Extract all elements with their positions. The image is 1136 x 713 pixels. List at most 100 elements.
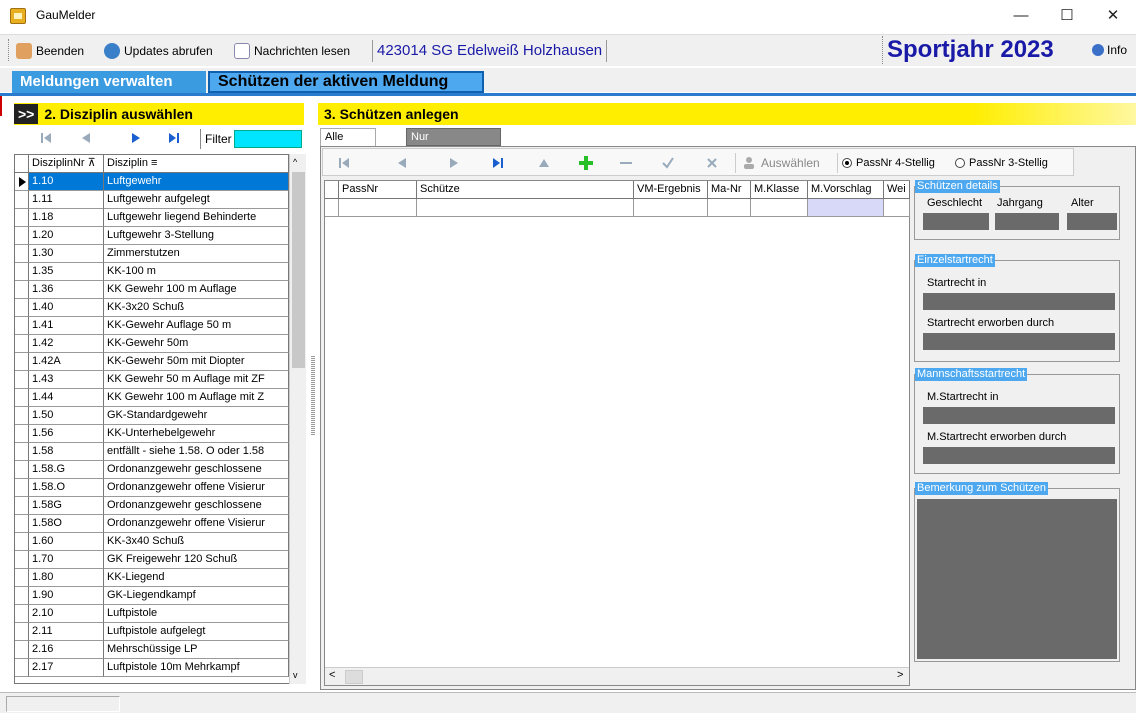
disziplin-cell[interactable]: Luftpistole aufgelegt — [104, 623, 289, 641]
col-m-vorschlag[interactable]: M.Vorschlag — [808, 181, 884, 199]
new-row-mvorschlag-cell[interactable] — [808, 199, 884, 217]
table-row[interactable]: 1.58O Ordonanzgewehr offene Visierur — [15, 515, 289, 533]
row-selector[interactable] — [15, 515, 29, 533]
disziplinnr-cell[interactable]: 1.30 — [29, 245, 104, 263]
disziplinnr-cell[interactable]: 1.40 — [29, 299, 104, 317]
disziplin-cell[interactable]: KK-3x40 Schuß — [104, 533, 289, 551]
new-row-passnr-cell[interactable] — [339, 199, 417, 217]
table-row[interactable]: 2.11 Luftpistole aufgelegt — [15, 623, 289, 641]
disziplin-grid[interactable]: DisziplinNr ⊼ Disziplin ≡ 1.10 Luftgewehr… — [14, 154, 306, 684]
row-selector[interactable] — [15, 317, 29, 335]
row-selector[interactable] — [15, 389, 29, 407]
disziplin-cell[interactable]: Mehrschüssige LP — [104, 641, 289, 659]
filter-input[interactable] — [234, 130, 302, 148]
new-row-schuetze-cell[interactable] — [417, 199, 634, 217]
add-schuetze-button[interactable] — [575, 153, 597, 173]
table-row[interactable]: 1.58.G Ordonanzgewehr geschlossene — [15, 461, 289, 479]
geschlecht-field[interactable] — [923, 213, 989, 230]
table-row[interactable]: 1.42A KK-Gewehr 50m mit Diopter — [15, 353, 289, 371]
scroll-left-icon[interactable]: < — [329, 669, 335, 681]
row-selector[interactable] — [15, 353, 29, 371]
table-row[interactable]: 1.58G Ordonanzgewehr geschlossene — [15, 497, 289, 515]
disziplinnr-cell[interactable]: 1.58 — [29, 443, 104, 461]
row-selector[interactable] — [15, 443, 29, 461]
disziplin-cell[interactable]: Ordonanzgewehr geschlossene — [104, 461, 289, 479]
disziplinnr-cell[interactable]: 1.20 — [29, 227, 104, 245]
tab-koerperbehinderte-schuetzen[interactable]: Nur Körperbehinderte Schützen — [406, 128, 502, 177]
close-button[interactable]: ✕ — [1090, 0, 1136, 30]
disziplin-cell[interactable]: KK-3x20 Schuß — [104, 299, 289, 317]
row-selector[interactable] — [15, 425, 29, 443]
disziplinnr-cell[interactable]: 1.58.G — [29, 461, 104, 479]
col-ma-nr[interactable]: Ma-Nr — [708, 181, 751, 199]
disziplinnr-cell[interactable]: 1.58.O — [29, 479, 104, 497]
disziplinnr-cell[interactable]: 1.90 — [29, 587, 104, 605]
table-row[interactable]: 1.35 KK-100 m — [15, 263, 289, 281]
auswaehlen-button[interactable]: Auswählen — [735, 153, 820, 173]
new-row-mklasse-cell[interactable] — [751, 199, 808, 217]
table-row[interactable]: 1.18 Luftgewehr liegend Behinderte — [15, 209, 289, 227]
disziplin-cell[interactable]: Ordonanzgewehr geschlossene — [104, 497, 289, 515]
disziplinnr-cell[interactable]: 2.10 — [29, 605, 104, 623]
row-selector[interactable] — [15, 173, 29, 191]
disziplinnr-cell[interactable]: 1.43 — [29, 371, 104, 389]
disziplin-cell[interactable]: GK Freigewehr 120 Schuß — [104, 551, 289, 569]
disziplin-cell[interactable]: GK-Standardgewehr — [104, 407, 289, 425]
row-selector[interactable] — [15, 605, 29, 623]
disziplin-cell[interactable]: KK Gewehr 50 m Auflage mit ZF — [104, 371, 289, 389]
table-row[interactable]: 1.20 Luftgewehr 3-Stellung — [15, 227, 289, 245]
confirm-button[interactable] — [657, 153, 679, 173]
alter-field[interactable] — [1067, 213, 1117, 230]
disziplin-cell[interactable]: Luftgewehr 3-Stellung — [104, 227, 289, 245]
disziplin-cell[interactable]: Ordonanzgewehr offene Visierur — [104, 479, 289, 497]
disziplinnr-cell[interactable]: 1.42 — [29, 335, 104, 353]
jahrgang-field[interactable] — [995, 213, 1059, 230]
row-selector[interactable] — [15, 371, 29, 389]
disziplinnr-cell[interactable]: 1.58G — [29, 497, 104, 515]
cancel-button[interactable] — [701, 153, 723, 173]
disziplinnr-cell[interactable]: 1.36 — [29, 281, 104, 299]
new-row-vm-cell[interactable] — [634, 199, 708, 217]
disziplinnr-cell[interactable]: 2.17 — [29, 659, 104, 677]
table-row[interactable]: 1.60 KK-3x40 Schuß — [15, 533, 289, 551]
disziplinnr-cell[interactable]: 1.56 — [29, 425, 104, 443]
tab-alle-schuetzen[interactable]: Alle Schützen — [320, 128, 376, 160]
disziplin-cell[interactable]: Ordonanzgewehr offene Visierur — [104, 515, 289, 533]
table-row[interactable]: 1.11 Luftgewehr aufgelegt — [15, 191, 289, 209]
beenden-button[interactable]: Beenden — [16, 42, 84, 60]
scroll-up-icon[interactable]: ^ — [293, 157, 297, 167]
scroll-down-icon[interactable]: v — [293, 670, 298, 680]
disziplinnr-cell[interactable]: 1.44 — [29, 389, 104, 407]
disziplinnr-cell[interactable]: 1.42A — [29, 353, 104, 371]
table-row[interactable]: 1.40 KK-3x20 Schuß — [15, 299, 289, 317]
table-row[interactable]: 1.90 GK-Liegendkampf — [15, 587, 289, 605]
disziplin-cell[interactable]: KK-Liegend — [104, 569, 289, 587]
col-wei[interactable]: Wei — [884, 181, 910, 199]
scroll-thumb[interactable] — [292, 172, 305, 368]
disziplin-cell[interactable]: Luftpistole 10m Mehrkampf — [104, 659, 289, 677]
disziplin-cell[interactable]: KK-Unterhebelgewehr — [104, 425, 289, 443]
table-row[interactable]: 2.16 Mehrschüssige LP — [15, 641, 289, 659]
col-disziplin[interactable]: Disziplin ≡ — [104, 155, 289, 173]
last-record-button[interactable] — [164, 128, 184, 148]
table-row[interactable]: 2.17 Luftpistole 10m Mehrkampf — [15, 659, 289, 677]
disziplin-cell[interactable]: Luftgewehr — [104, 173, 289, 191]
maximize-button[interactable]: ☐ — [1044, 0, 1090, 30]
row-selector[interactable] — [15, 587, 29, 605]
delete-schuetze-button[interactable] — [615, 153, 637, 173]
disziplin-cell[interactable]: GK-Liegendkampf — [104, 587, 289, 605]
disziplinnr-cell[interactable]: 1.58O — [29, 515, 104, 533]
disziplinnr-cell[interactable]: 1.60 — [29, 533, 104, 551]
row-selector[interactable] — [15, 227, 29, 245]
radio-passnr-4[interactable]: PassNr 4-Stellig — [837, 153, 935, 173]
startrecht-in-field[interactable] — [923, 293, 1115, 310]
splitter-grip-icon[interactable] — [311, 355, 315, 435]
col-schuetze[interactable]: Schütze — [417, 181, 634, 199]
prev-schuetze-button[interactable] — [391, 153, 413, 173]
info-button[interactable]: Info — [1092, 43, 1127, 57]
collapse-chevron-icon[interactable]: >> — [14, 104, 39, 124]
table-row[interactable]: 1.42 KK-Gewehr 50m — [15, 335, 289, 353]
table-row[interactable]: 1.80 KK-Liegend — [15, 569, 289, 587]
disziplin-vertical-scrollbar[interactable]: ^ v — [289, 154, 306, 684]
move-up-button[interactable] — [533, 153, 555, 173]
